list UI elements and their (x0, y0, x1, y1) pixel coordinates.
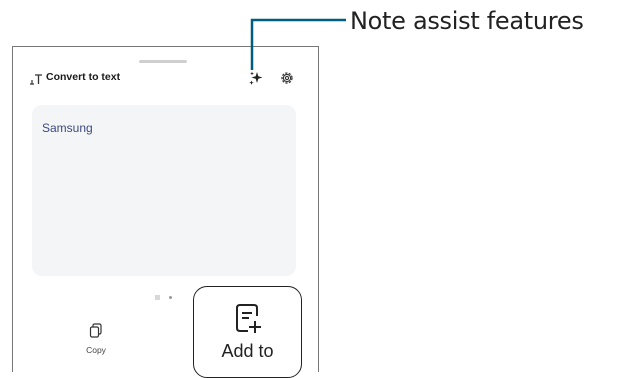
page-indicator-dot (169, 296, 172, 299)
converted-text: Samsung (42, 121, 93, 135)
sparkle-icon[interactable] (248, 70, 264, 86)
text-convert-icon (30, 74, 42, 85)
gear-icon[interactable] (279, 70, 295, 86)
add-note-icon (235, 304, 261, 333)
callout-label: Note assist features (350, 7, 584, 35)
page-indicator-dot (155, 295, 160, 300)
header-title: Convert to text (46, 71, 121, 83)
copy-label: Copy (86, 345, 106, 355)
copy-icon (89, 323, 102, 338)
add-to-label: Add to (221, 341, 274, 361)
converted-text-area[interactable]: Samsung (32, 105, 296, 276)
copy-button[interactable]: Copy (71, 323, 121, 363)
add-to-button[interactable]: Add to (193, 286, 302, 378)
drag-handle[interactable] (139, 60, 187, 63)
